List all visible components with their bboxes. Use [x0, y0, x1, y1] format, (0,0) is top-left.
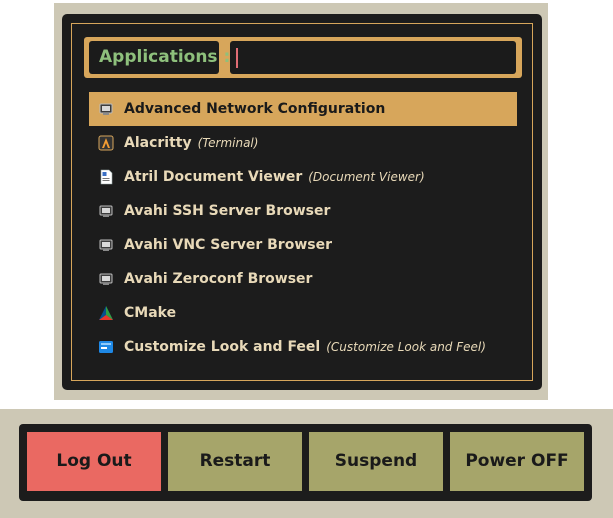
list-item-atril-document-viewer[interactable]: Atril Document Viewer (Document Viewer): [89, 160, 517, 194]
suspend-button[interactable]: Suspend: [309, 432, 443, 491]
item-generic: (Customize Look and Feel): [326, 340, 486, 354]
list-item-avahi-zeroconf-browser[interactable]: Avahi Zeroconf Browser: [89, 262, 517, 296]
app-launcher: Applications : Advanced Network Configur…: [62, 14, 542, 390]
item-name: Customize Look and Feel: [124, 339, 321, 355]
network-icon: [99, 239, 113, 251]
cmake-icon: [99, 306, 113, 320]
list-item-cmake[interactable]: CMake: [89, 296, 517, 330]
power-menu: Log Out Restart Suspend Power OFF: [19, 424, 592, 501]
search-input[interactable]: [230, 41, 516, 74]
prompt-label: Applications :: [89, 41, 230, 74]
list-item-avahi-ssh-server-browser[interactable]: Avahi SSH Server Browser: [89, 194, 517, 228]
list-item-advanced-network-configuration[interactable]: Advanced Network Configuration: [89, 92, 517, 126]
item-generic: (Document Viewer): [308, 170, 425, 184]
document-viewer-icon: [100, 169, 113, 185]
item-name: Atril Document Viewer: [124, 169, 303, 185]
restart-button[interactable]: Restart: [168, 432, 302, 491]
launcher-frame: Applications : Advanced Network Configur…: [71, 23, 533, 381]
app-list: Advanced Network Configuration Alacritty…: [89, 92, 517, 364]
item-name: Avahi VNC Server Browser: [124, 237, 332, 253]
network-icon: [99, 103, 113, 115]
list-item-avahi-vnc-server-browser[interactable]: Avahi VNC Server Browser: [89, 228, 517, 262]
log-out-button[interactable]: Log Out: [27, 432, 161, 491]
item-name: Avahi Zeroconf Browser: [124, 271, 313, 287]
alacritty-icon: [98, 135, 114, 151]
text-caret: [236, 48, 238, 68]
list-item-alacritty[interactable]: Alacritty (Terminal): [89, 126, 517, 160]
item-name: CMake: [124, 305, 177, 321]
appearance-icon: [99, 341, 113, 353]
item-generic: (Terminal): [197, 136, 259, 150]
item-name: Avahi SSH Server Browser: [124, 203, 331, 219]
list-item-customize-look-and-feel[interactable]: Customize Look and Feel (Customize Look …: [89, 330, 517, 364]
item-name: Alacritty: [124, 135, 192, 151]
prompt-bar: Applications :: [84, 37, 522, 78]
item-name: Advanced Network Configuration: [124, 101, 386, 117]
power-off-button[interactable]: Power OFF: [450, 432, 584, 491]
network-icon: [99, 273, 113, 285]
network-icon: [99, 205, 113, 217]
